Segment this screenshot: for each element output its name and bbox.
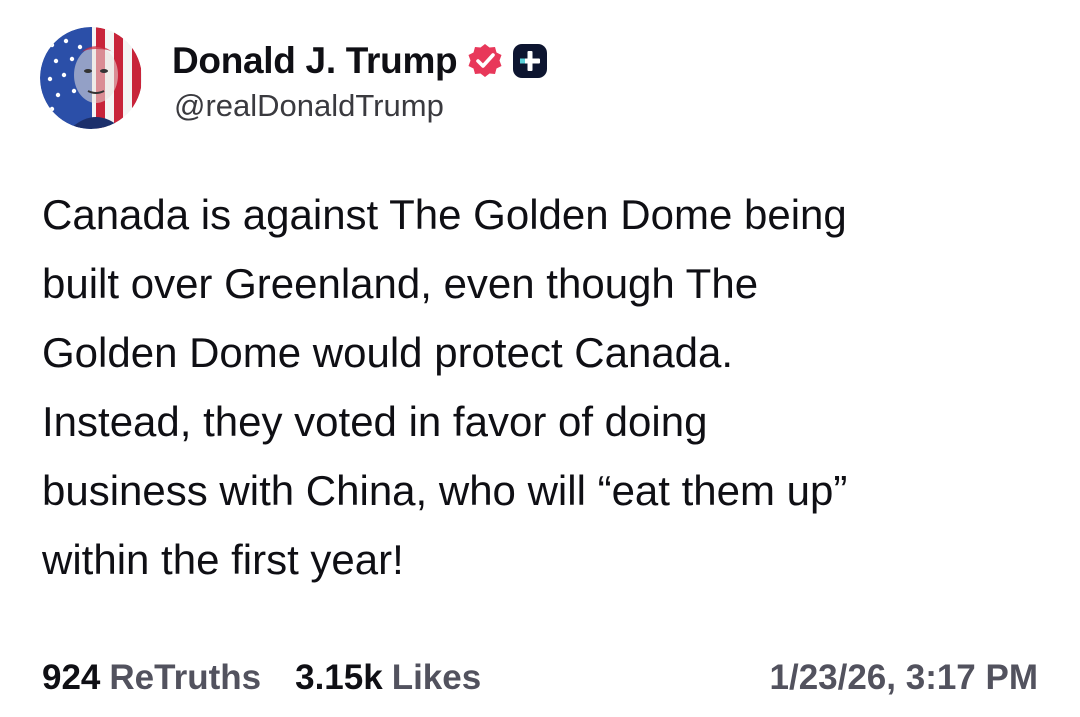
post-timestamp[interactable]: 1/23/26, 3:17 PM: [770, 658, 1039, 698]
flag-portrait-avatar-icon: [40, 27, 142, 129]
retruths-label: ReTruths: [109, 658, 262, 697]
post-body: Canada is against The Golden Dome being …: [42, 191, 848, 583]
author-handle[interactable]: @realDonaldTrump: [174, 88, 444, 124]
post-stats: 924 ReTruths 3.15k Likes 1/23/26, 3:17 P…: [42, 652, 1038, 704]
likes-count: 3.15k: [295, 658, 383, 697]
truth-post: Donald J. Trump @realDonaldTrump Canada …: [0, 0, 1080, 717]
author-row: Donald J. Trump: [172, 36, 548, 86]
avatar[interactable]: [40, 27, 142, 129]
subscribe-plus-icon[interactable]: [512, 43, 548, 79]
author-display-name[interactable]: Donald J. Trump: [172, 40, 458, 82]
retruths-count: 924: [42, 658, 101, 697]
likes-stat[interactable]: 3.15k Likes: [295, 658, 481, 698]
retruths-stat[interactable]: 924 ReTruths: [42, 658, 261, 698]
likes-label: Likes: [391, 658, 482, 697]
verified-badge-icon: [466, 42, 504, 80]
